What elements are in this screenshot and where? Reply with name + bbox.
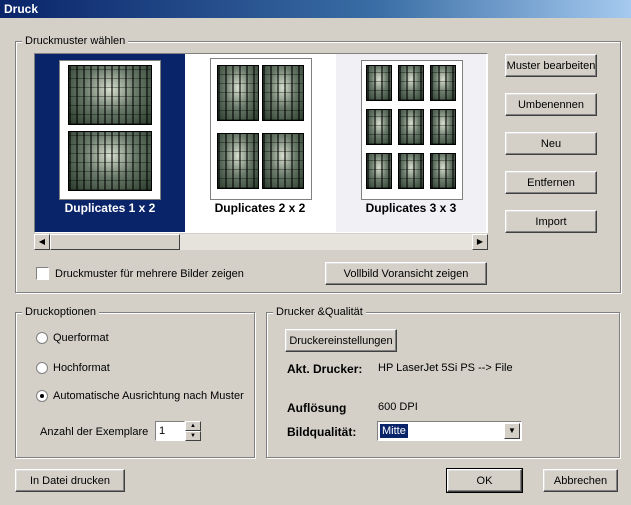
- pattern-label: Duplicates 1 x 2: [64, 201, 156, 215]
- image-quality-value: Mitte: [380, 424, 408, 438]
- photo-thumbnail: [262, 133, 304, 189]
- pattern-gallery[interactable]: Duplicates 1 x 2 Duplicates 2 x 2 Duplic…: [34, 53, 488, 233]
- image-quality-label: Bildqualität:: [287, 425, 357, 439]
- photo-thumbnail: [68, 65, 152, 125]
- import-button[interactable]: Import: [505, 210, 597, 233]
- auto-orientation-label: Automatische Ausrichtung nach Muster: [53, 390, 244, 402]
- pattern-tile-3x3[interactable]: Duplicates 3 x 3: [336, 54, 486, 232]
- resolution-label: Auflösung: [287, 401, 347, 415]
- photo-thumbnail: [398, 65, 424, 101]
- pattern-preview-page: [210, 58, 312, 200]
- copies-label: Anzahl der Exemplare: [40, 426, 149, 438]
- window-title: Druck: [0, 0, 631, 18]
- landscape-label: Querformat: [53, 332, 109, 344]
- copies-input[interactable]: 1: [155, 421, 185, 441]
- landscape-radio[interactable]: [36, 332, 48, 344]
- auto-orientation-radio[interactable]: [36, 390, 48, 402]
- pattern-label: Duplicates 2 x 2: [214, 201, 306, 215]
- remove-button[interactable]: Entfernen: [505, 171, 597, 194]
- photo-thumbnail: [430, 109, 456, 145]
- scroll-thumb[interactable]: [50, 234, 180, 250]
- new-button[interactable]: Neu: [505, 132, 597, 155]
- photo-thumbnail: [366, 109, 392, 145]
- multi-image-pattern-checkbox[interactable]: [36, 267, 49, 280]
- ok-button[interactable]: OK: [446, 468, 523, 493]
- print-to-file-button[interactable]: In Datei drucken: [15, 469, 125, 492]
- portrait-radio[interactable]: [36, 362, 48, 374]
- printer-quality-legend: Drucker &Qualität: [273, 306, 366, 318]
- pattern-preview-page: [361, 60, 463, 200]
- fullscreen-preview-button[interactable]: Vollbild Voransicht zeigen: [325, 262, 487, 285]
- resolution-value: 600 DPI: [378, 401, 418, 413]
- photo-thumbnail: [430, 65, 456, 101]
- pattern-tile-2x2[interactable]: Duplicates 2 x 2: [185, 54, 335, 232]
- current-printer-value: HP LaserJet 5Si PS --> File: [378, 362, 513, 374]
- edit-pattern-button[interactable]: Muster bearbeiten: [505, 54, 597, 77]
- current-printer-label: Akt. Drucker:: [287, 362, 363, 376]
- copies-down-button[interactable]: ▼: [185, 431, 201, 441]
- scroll-right-button[interactable]: ▶: [472, 234, 488, 250]
- copies-spinner[interactable]: ▲ ▼: [185, 421, 201, 441]
- photo-thumbnail: [262, 65, 304, 121]
- pattern-preview-page: [59, 60, 161, 200]
- pattern-group-legend: Druckmuster wählen: [22, 35, 129, 47]
- portrait-label: Hochformat: [53, 362, 110, 374]
- print-options-legend: Druckoptionen: [22, 306, 99, 318]
- copies-up-button[interactable]: ▲: [185, 421, 201, 431]
- pattern-tile-1x2[interactable]: Duplicates 1 x 2: [35, 54, 185, 232]
- photo-thumbnail: [398, 153, 424, 189]
- multi-image-pattern-label: Druckmuster für mehrere Bilder zeigen: [55, 268, 244, 280]
- photo-thumbnail: [430, 153, 456, 189]
- scroll-left-button[interactable]: ◀: [34, 234, 50, 250]
- photo-thumbnail: [398, 109, 424, 145]
- photo-thumbnail: [217, 133, 259, 189]
- chevron-down-icon[interactable]: ▼: [504, 423, 520, 439]
- photo-thumbnail: [68, 131, 152, 191]
- photo-thumbnail: [217, 65, 259, 121]
- pattern-horizontal-scrollbar[interactable]: ◀ ▶: [34, 234, 488, 250]
- photo-thumbnail: [366, 153, 392, 189]
- photo-thumbnail: [366, 65, 392, 101]
- rename-button[interactable]: Umbenennen: [505, 93, 597, 116]
- cancel-button[interactable]: Abbrechen: [543, 469, 618, 492]
- pattern-label: Duplicates 3 x 3: [365, 201, 457, 215]
- printer-settings-button[interactable]: Druckereinstellungen: [285, 329, 397, 352]
- image-quality-select[interactable]: Mitte ▼: [377, 421, 522, 441]
